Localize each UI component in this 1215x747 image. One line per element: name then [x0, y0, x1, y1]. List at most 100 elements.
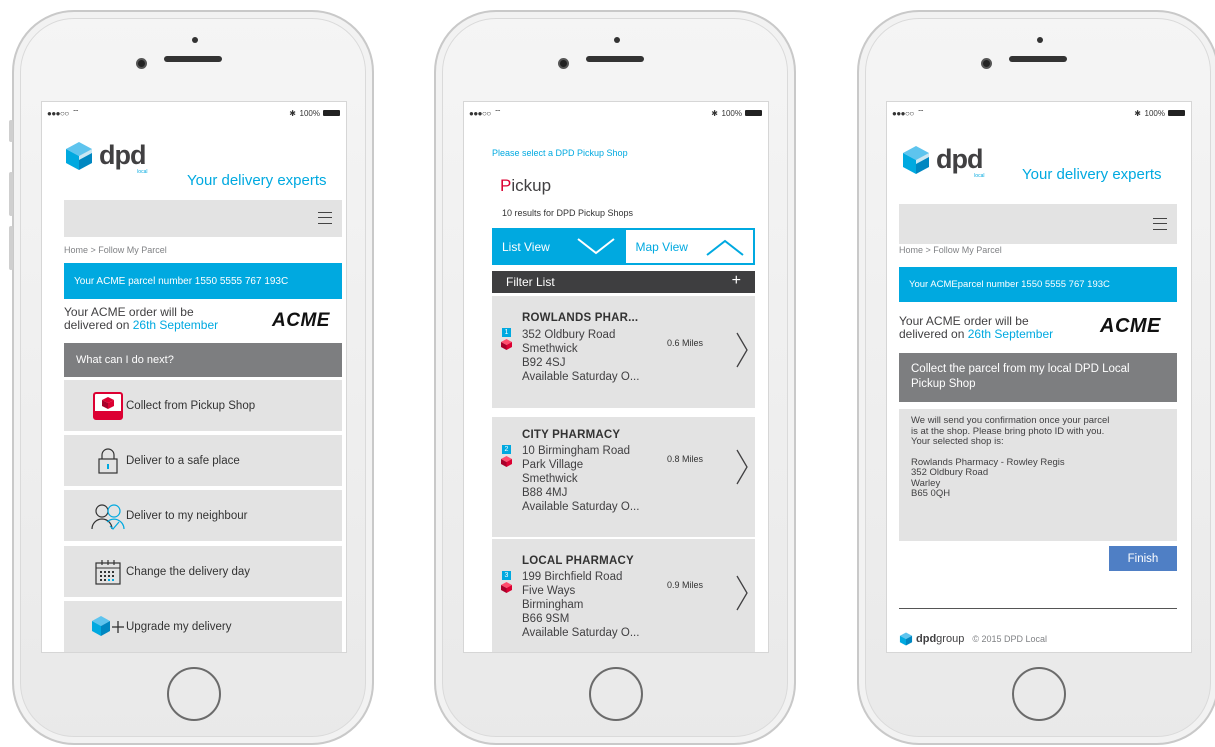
order-delivery-info: Your ACME order will be delivered on 26t…	[64, 306, 218, 332]
tagline: Your delivery experts	[187, 172, 327, 189]
order-line-2: delivered on	[64, 318, 133, 332]
shop-distance: 0.6 Miles	[667, 338, 704, 348]
shop-name: CITY PHARMACY	[522, 429, 621, 441]
status-bar: ●●●○○ ⌔ ✱ 100%	[42, 102, 346, 124]
front-camera	[136, 58, 147, 69]
option-safe-place[interactable]: Deliver to a safe place	[64, 435, 342, 486]
signal-icon: ●●●○○	[469, 109, 491, 118]
home-button[interactable]	[589, 667, 643, 721]
order-delivery-info: Your ACME order will be delivered on 26t…	[899, 315, 1053, 341]
battery-percent: 100%	[1144, 109, 1165, 118]
padlock-icon	[90, 446, 126, 476]
dpd-wordmark: dpd	[936, 144, 983, 174]
hamburger-menu-icon[interactable]	[1153, 218, 1167, 230]
shop-marker-icon: 2	[501, 445, 512, 472]
retailer-logo: ACME	[272, 310, 330, 331]
wifi-icon: ⌔	[494, 108, 502, 117]
screen-confirmation: ●●●○○ ⌔ ✱ 100% dpd local Your delivery ex…	[886, 101, 1192, 653]
home-button[interactable]	[1012, 667, 1066, 721]
dpdgroup-logo[interactable]: dpdgroup	[916, 633, 964, 645]
breadcrumb[interactable]: Home > Follow My Parcel	[899, 245, 1002, 255]
hamburger-menu-icon[interactable]	[318, 212, 332, 224]
view-tabs: List View Map View	[492, 228, 755, 265]
battery-icon	[745, 110, 762, 116]
battery-percent: 100%	[299, 109, 320, 118]
delivery-date: 26th September	[967, 327, 1054, 341]
option-label: Deliver to a safe place	[126, 454, 240, 467]
shop-marker-icon: 3	[501, 571, 512, 598]
chevron-up-icon	[706, 239, 744, 256]
signal-icon: ●●●○○	[892, 109, 914, 118]
menu-bar	[899, 204, 1177, 244]
collect-parcel-heading: Collect the parcel from my local DPD Loc…	[899, 353, 1177, 402]
dpd-logo[interactable]: dpd local	[901, 144, 984, 179]
select-shop-prompt: Please select a DPD Pickup Shop	[492, 148, 628, 158]
option-upgrade[interactable]: Upgrade my delivery	[64, 601, 342, 652]
parcel-number-banner: Your ACMEparcel number 1550 5555 767 193…	[899, 267, 1177, 302]
shop-address: 352 Oldbury Road Smethwick B92 4SJ Avail…	[522, 329, 640, 383]
copyright: © 2015 DPD Local	[972, 634, 1047, 644]
tagline: Your delivery experts	[1022, 166, 1162, 183]
signal-icon: ●●●○○	[47, 109, 69, 118]
battery-icon	[1168, 110, 1185, 116]
option-neighbour[interactable]: Deliver to my neighbour	[64, 490, 342, 541]
home-button[interactable]	[167, 667, 221, 721]
option-label: Deliver to my neighbour	[126, 509, 248, 522]
footer-divider	[899, 608, 1177, 609]
local-label: local	[137, 169, 148, 175]
earpiece-speaker	[586, 56, 644, 62]
status-bar: ●●●○○ ⌔ ✱ 100%	[464, 102, 768, 124]
shop-card-3[interactable]: LOCAL PHARMACY 3 199 Birchfield Road Fiv…	[492, 539, 755, 652]
chevron-right-icon[interactable]	[735, 332, 749, 368]
bluetooth-icon: ✱	[1134, 109, 1141, 118]
shop-address: 199 Birchfield Road Five Ways Birmingham…	[522, 571, 640, 639]
chevron-right-icon[interactable]	[735, 575, 749, 611]
breadcrumb[interactable]: Home > Follow My Parcel	[64, 245, 167, 255]
front-camera	[558, 58, 569, 69]
battery-icon	[323, 110, 340, 116]
order-line-2: delivered on	[899, 327, 968, 341]
shop-card-1[interactable]: ROWLANDS PHAR... 1 352 Oldbury Road Smet…	[492, 296, 755, 408]
dpd-wordmark: dpd	[99, 140, 146, 170]
screen-follow-parcel: ●●●○○ ⌔ ✱ 100% dpd local Your delivery ex…	[41, 101, 347, 653]
earpiece-speaker	[164, 56, 222, 62]
bluetooth-icon: ✱	[289, 109, 296, 118]
battery-percent: 100%	[721, 109, 742, 118]
parcel-number-banner: Your ACME parcel number 1550 5555 767 19…	[64, 263, 342, 299]
status-bar: ●●●○○ ⌔ ✱ 100%	[887, 102, 1191, 124]
option-label: Change the delivery day	[126, 565, 251, 578]
proximity-sensor	[614, 37, 620, 43]
dpdgroup-cube-icon	[899, 632, 913, 646]
pickup-shop-icon	[90, 391, 126, 421]
dpd-logo[interactable]: dpd local	[64, 140, 147, 175]
shop-marker-icon: 1	[501, 328, 512, 355]
shop-card-2[interactable]: CITY PHARMACY 2 10 Birmingham Road Park …	[492, 417, 755, 537]
calendar-icon	[90, 557, 126, 587]
tab-list-view[interactable]: List View	[492, 228, 624, 265]
option-label: Collect from Pickup Shop	[126, 399, 256, 412]
phone-frame-1: ●●●○○ ⌔ ✱ 100% dpd local Your delivery ex…	[9, 10, 374, 745]
filter-label: Filter List	[506, 275, 555, 289]
filter-list-bar[interactable]: Filter List +	[492, 271, 755, 293]
menu-bar	[64, 200, 342, 237]
local-label: local	[974, 173, 985, 179]
shop-distance: 0.9 Miles	[667, 580, 704, 590]
upgrade-icon	[90, 612, 126, 642]
wifi-icon: ⌔	[917, 108, 925, 117]
option-label: Upgrade my delivery	[126, 620, 232, 633]
screen-pickup-list: ●●●○○ ⌔ ✱ 100% Please select a DPD Picku…	[463, 101, 769, 653]
what-next-heading: What can I do next?	[64, 343, 342, 377]
shop-distance: 0.8 Miles	[667, 454, 704, 464]
bluetooth-icon: ✱	[711, 109, 718, 118]
option-change-day[interactable]: Change the delivery day	[64, 546, 342, 597]
shop-address: 10 Birmingham Road Park Village Smethwic…	[522, 445, 640, 513]
option-collect-pickup[interactable]: Collect from Pickup Shop	[64, 380, 342, 431]
dpd-cube-icon	[66, 141, 92, 170]
pickup-title: Pickup	[500, 176, 552, 195]
finish-button[interactable]: Finish	[1109, 546, 1177, 571]
tab-map-view[interactable]: Map View	[623, 228, 755, 265]
chevron-right-icon[interactable]	[735, 449, 749, 485]
shop-name: LOCAL PHARMACY	[522, 555, 634, 567]
proximity-sensor	[192, 37, 198, 43]
plus-icon[interactable]: +	[732, 272, 741, 290]
